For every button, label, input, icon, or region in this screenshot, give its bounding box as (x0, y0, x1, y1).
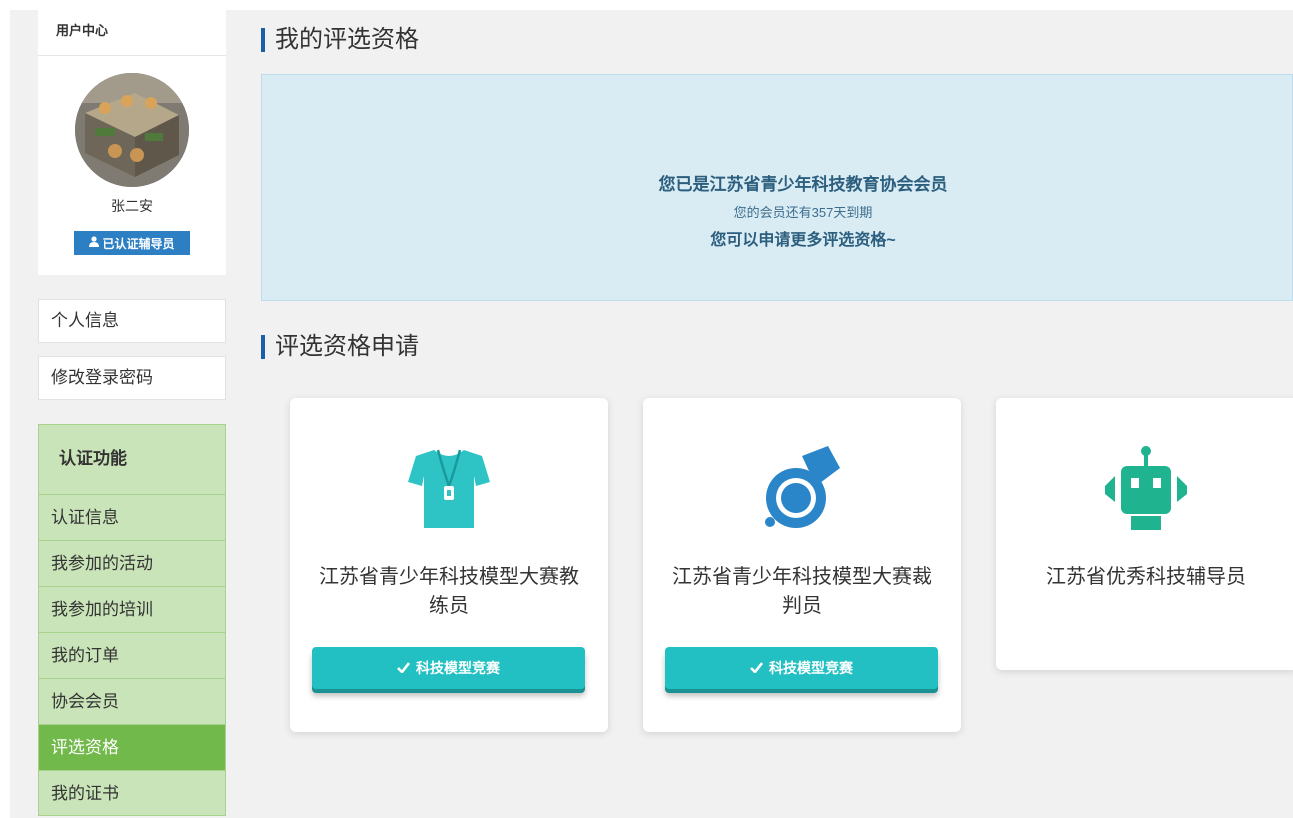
sidebar-item-auth-info[interactable]: 认证信息 (39, 495, 225, 541)
verified-badge: 已认证辅导员 (74, 231, 190, 255)
sidebar-link-change-password[interactable]: 修改登录密码 (38, 356, 226, 400)
my-qualification-title: 我的评选资格 (261, 26, 419, 54)
qualification-card-coach: 江苏省青少年科技模型大赛教练员 科技模型竞赛 (290, 398, 608, 732)
sidebar-link-profile[interactable]: 个人信息 (38, 299, 226, 343)
sidebar-item-qualification[interactable]: 评选资格 (39, 725, 225, 771)
check-icon (750, 660, 764, 676)
sidebar-item-my-certificates[interactable]: 我的证书 (39, 771, 225, 817)
sidebar-item-my-trainings[interactable]: 我参加的培训 (39, 587, 225, 633)
robot-icon (1103, 446, 1189, 539)
member-expiry-text: 您的会员还有357天到期 (733, 205, 873, 220)
member-apply-hint: 您可以申请更多评选资格~ (710, 232, 896, 249)
qualification-card-referee: 江苏省青少年科技模型大赛裁判员 科技模型竞赛 (643, 398, 961, 732)
qualification-name: 江苏省青少年科技模型大赛裁判员 (672, 566, 932, 617)
tshirt-whistle-icon (408, 446, 490, 535)
model-competition-button-label: 科技模型竞赛 (769, 660, 853, 676)
whistle-icon (762, 446, 842, 537)
member-notice: 您已是江苏省青少年科技教育协会会员 您的会员还有357天到期 您可以申请更多评选… (261, 74, 1293, 301)
qualification-card-tutor: 江苏省优秀科技辅导员 (996, 398, 1293, 670)
sidebar-item-my-orders[interactable]: 我的订单 (39, 633, 225, 679)
model-competition-button-label: 科技模型竞赛 (416, 660, 500, 676)
verified-badge-label: 已认证辅导员 (102, 236, 175, 251)
user-icon (89, 236, 100, 250)
sidebar-item-my-activities[interactable]: 我参加的活动 (39, 541, 225, 587)
qualification-apply-title: 评选资格申请 (261, 333, 419, 361)
user-center-card: 用户中心 张二安 已认证辅导员 (38, 10, 226, 275)
check-icon (397, 660, 411, 676)
auth-function-title: 认证功能 (39, 425, 225, 495)
model-competition-button[interactable]: 科技模型竞赛 (312, 647, 585, 689)
qualification-name: 江苏省优秀科技辅导员 (1046, 566, 1246, 588)
auth-function-panel: 认证功能 认证信息 我参加的活动 我参加的培训 我的订单 协会会员 评选资格 我… (38, 424, 226, 816)
sidebar-item-membership[interactable]: 协会会员 (39, 679, 225, 725)
user-center-title: 用户中心 (38, 10, 226, 56)
user-name: 张二安 (111, 198, 153, 214)
member-status-text: 您已是江苏省青少年科技教育协会会员 (658, 175, 948, 194)
model-competition-button[interactable]: 科技模型竞赛 (665, 647, 938, 689)
avatar[interactable] (75, 73, 189, 187)
qualification-name: 江苏省青少年科技模型大赛教练员 (319, 566, 579, 617)
